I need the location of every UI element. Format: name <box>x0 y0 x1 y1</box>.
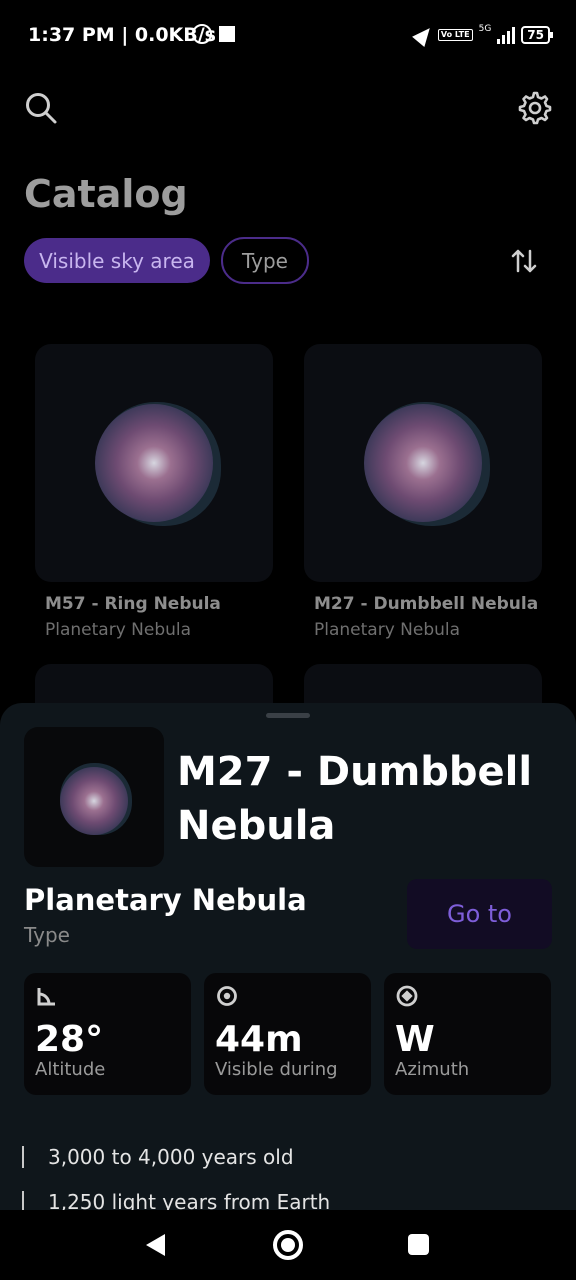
catalog-card[interactable]: M27 - Dumbbell Nebula Planetary Nebula <box>304 344 542 640</box>
stat-label: Altitude <box>35 1059 106 1080</box>
settings-button[interactable] <box>515 88 555 128</box>
stat-label: Visible during <box>215 1059 338 1080</box>
stat-value: 44m <box>215 1019 303 1060</box>
eye-icon <box>217 986 237 1006</box>
status-bar: 1:37 PM | 0.0KB/s Vo LTE 5G 75 <box>0 0 576 72</box>
card-subtitle: Planetary Nebula <box>45 620 192 640</box>
network-type: 5G <box>478 24 492 34</box>
goto-button[interactable]: Go to <box>407 879 552 949</box>
fact-item: 3,000 to 4,000 years old <box>22 1146 294 1168</box>
home-icon[interactable] <box>273 1230 303 1260</box>
page-title: Catalog <box>24 172 188 216</box>
gear-icon <box>518 91 552 125</box>
card-title: M27 - Dumbbell Nebula <box>314 594 539 614</box>
system-nav-bar <box>0 1210 576 1280</box>
signal-icon <box>497 26 516 44</box>
nebula-thumbnail <box>24 727 164 867</box>
stat-label: Azimuth <box>395 1059 470 1080</box>
stat-value: W <box>395 1019 435 1060</box>
object-type-value: Planetary Nebula <box>24 883 307 917</box>
catalog-card[interactable]: M57 - Ring Nebula Planetary Nebula <box>35 344 273 640</box>
sheet-drag-handle[interactable] <box>266 713 310 718</box>
nebula-image <box>35 344 273 582</box>
alarm-icon <box>192 24 212 44</box>
compass-icon <box>396 985 418 1007</box>
stat-visible-during: 44m Visible during <box>204 973 371 1095</box>
detail-sheet: M27 - Dumbbell Nebula Planetary Nebula T… <box>0 703 576 1213</box>
sort-arrows-icon <box>511 249 537 273</box>
card-subtitle: Planetary Nebula <box>314 620 461 640</box>
notification-icon <box>219 26 235 42</box>
back-icon[interactable] <box>146 1234 165 1256</box>
object-type-label: Type <box>24 923 70 947</box>
status-indicators: Vo LTE 5G 75 <box>411 22 553 48</box>
status-time: 1:37 PM | 0.0KB/s <box>28 24 216 46</box>
recents-icon[interactable] <box>408 1234 429 1255</box>
filter-chip-visible-sky[interactable]: Visible sky area <box>24 238 210 283</box>
search-icon <box>26 93 57 124</box>
sort-button[interactable] <box>505 242 543 280</box>
stat-altitude: 28° Altitude <box>24 973 191 1095</box>
search-button[interactable] <box>21 88 61 128</box>
stat-value: 28° <box>35 1019 104 1060</box>
nebula-image <box>304 344 542 582</box>
location-icon <box>411 22 436 48</box>
card-title: M57 - Ring Nebula <box>45 594 221 614</box>
volte-badge: Vo LTE <box>437 29 473 41</box>
filter-chip-type[interactable]: Type <box>221 237 309 284</box>
stat-azimuth: W Azimuth <box>384 973 551 1095</box>
angle-icon <box>37 988 55 1006</box>
battery-icon: 75 <box>521 26 553 44</box>
object-title: M27 - Dumbbell Nebula <box>177 749 533 849</box>
